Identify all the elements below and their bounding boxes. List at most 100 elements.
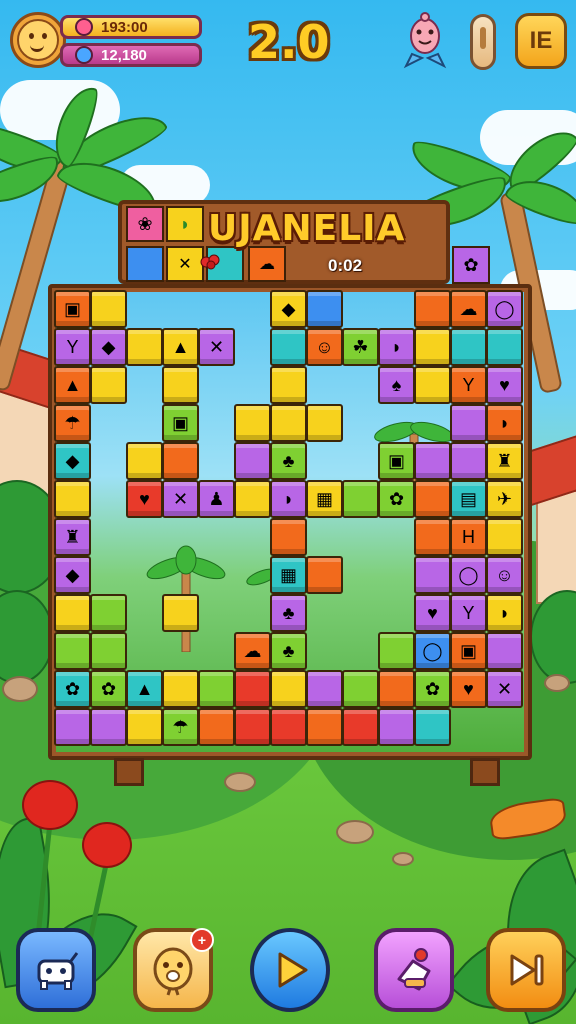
board-tile[interactable]: [54, 480, 91, 518]
board-tile[interactable]: ◗: [486, 594, 523, 632]
board-tile[interactable]: [162, 594, 199, 632]
board-tile[interactable]: [162, 366, 199, 404]
board-tile[interactable]: ☺: [306, 328, 343, 366]
board-tile[interactable]: [126, 328, 163, 366]
board-tile[interactable]: [306, 708, 343, 746]
board-tile[interactable]: Y: [450, 366, 487, 404]
board-tile[interactable]: [414, 442, 451, 480]
board-tile[interactable]: [378, 708, 415, 746]
board-tile[interactable]: [234, 480, 271, 518]
board-tile[interactable]: [378, 670, 415, 708]
board-tile[interactable]: ♣: [270, 442, 307, 480]
board-tile[interactable]: [414, 518, 451, 556]
board-tile[interactable]: ☁: [234, 632, 271, 670]
board-tile[interactable]: [198, 670, 235, 708]
board-tile[interactable]: [270, 328, 307, 366]
board-tile[interactable]: ◆: [270, 290, 307, 328]
board-tile[interactable]: [234, 670, 271, 708]
board-tile[interactable]: [270, 518, 307, 556]
board-tile[interactable]: [342, 708, 379, 746]
board-tile[interactable]: ◯: [486, 290, 523, 328]
board-tile[interactable]: [306, 404, 343, 442]
board-tile[interactable]: [486, 328, 523, 366]
board-tile[interactable]: [198, 708, 235, 746]
board-tile[interactable]: ▦: [306, 480, 343, 518]
board-tile[interactable]: Y: [450, 594, 487, 632]
board-tile[interactable]: ♥: [414, 594, 451, 632]
board-tile[interactable]: ☂: [162, 708, 199, 746]
board-tile[interactable]: [342, 670, 379, 708]
board-tile[interactable]: ▲: [162, 328, 199, 366]
board-tile[interactable]: ▦: [270, 556, 307, 594]
menu-button[interactable]: IE: [515, 13, 567, 69]
board-tile[interactable]: [90, 290, 127, 328]
board-tile[interactable]: ✈: [486, 480, 523, 518]
board-tile[interactable]: ♜: [486, 442, 523, 480]
board-tile[interactable]: [486, 632, 523, 670]
board-tile[interactable]: ✿: [378, 480, 415, 518]
board-tile[interactable]: [234, 404, 271, 442]
play-button[interactable]: [250, 928, 330, 1012]
pencil-icon[interactable]: [470, 14, 496, 70]
board-tile[interactable]: ☂: [54, 404, 91, 442]
board-tile[interactable]: [270, 708, 307, 746]
board-tile[interactable]: ✿: [414, 670, 451, 708]
board-tile[interactable]: ♥: [486, 366, 523, 404]
board-tile[interactable]: [234, 442, 271, 480]
board-tile[interactable]: ▲: [126, 670, 163, 708]
board-tile[interactable]: [414, 366, 451, 404]
next-button[interactable]: [486, 928, 566, 1012]
board-tile[interactable]: ▲: [54, 366, 91, 404]
board-tile[interactable]: [414, 708, 451, 746]
board-tile[interactable]: ☘: [342, 328, 379, 366]
board-tile[interactable]: H: [450, 518, 487, 556]
board-tile[interactable]: [414, 290, 451, 328]
board-tile[interactable]: ✿: [90, 670, 127, 708]
board-tile[interactable]: ♣: [270, 632, 307, 670]
board-tile[interactable]: ◗: [270, 480, 307, 518]
shop-button[interactable]: [16, 928, 96, 1012]
board-tile[interactable]: [306, 290, 343, 328]
board-tile[interactable]: ▣: [54, 290, 91, 328]
board-tile[interactable]: [54, 708, 91, 746]
board-tile[interactable]: ◆: [90, 328, 127, 366]
player-avatar[interactable]: [10, 12, 66, 68]
board-tile[interactable]: [90, 594, 127, 632]
board-tile[interactable]: Y: [54, 328, 91, 366]
board-tile[interactable]: ♟: [198, 480, 235, 518]
board-tile[interactable]: ◯: [414, 632, 451, 670]
board-tile[interactable]: ♥: [126, 480, 163, 518]
board-tile[interactable]: ▣: [378, 442, 415, 480]
board-tile[interactable]: [414, 328, 451, 366]
board-tile[interactable]: ✕: [486, 670, 523, 708]
board-tile[interactable]: [234, 708, 271, 746]
board-tile[interactable]: ☁: [450, 290, 487, 328]
board-tile[interactable]: ▣: [162, 404, 199, 442]
board-tile[interactable]: [342, 480, 379, 518]
board-tile[interactable]: [414, 480, 451, 518]
board-tile[interactable]: ☺: [486, 556, 523, 594]
board-tile[interactable]: ✕: [198, 328, 235, 366]
board-tile[interactable]: ▤: [450, 480, 487, 518]
board-tile[interactable]: [450, 404, 487, 442]
board-tile[interactable]: ♥: [450, 670, 487, 708]
rewards-button[interactable]: [374, 928, 454, 1012]
board-tile[interactable]: [378, 632, 415, 670]
board-tile[interactable]: ✕: [162, 480, 199, 518]
board-tile[interactable]: ♠: [378, 366, 415, 404]
board-tile[interactable]: ♣: [270, 594, 307, 632]
board-tile[interactable]: [306, 670, 343, 708]
board-tile[interactable]: [162, 442, 199, 480]
board-tile[interactable]: [270, 670, 307, 708]
board-tile[interactable]: [54, 594, 91, 632]
board-tile[interactable]: [90, 708, 127, 746]
board-tile[interactable]: [126, 442, 163, 480]
board-tile[interactable]: ◗: [378, 328, 415, 366]
mascot-icon[interactable]: [402, 10, 448, 70]
board-tile[interactable]: ◯: [450, 556, 487, 594]
board-tile[interactable]: [90, 632, 127, 670]
board-tile[interactable]: ◆: [54, 442, 91, 480]
board-tile[interactable]: ▣: [450, 632, 487, 670]
board-tile[interactable]: [90, 366, 127, 404]
board-tile[interactable]: [270, 404, 307, 442]
